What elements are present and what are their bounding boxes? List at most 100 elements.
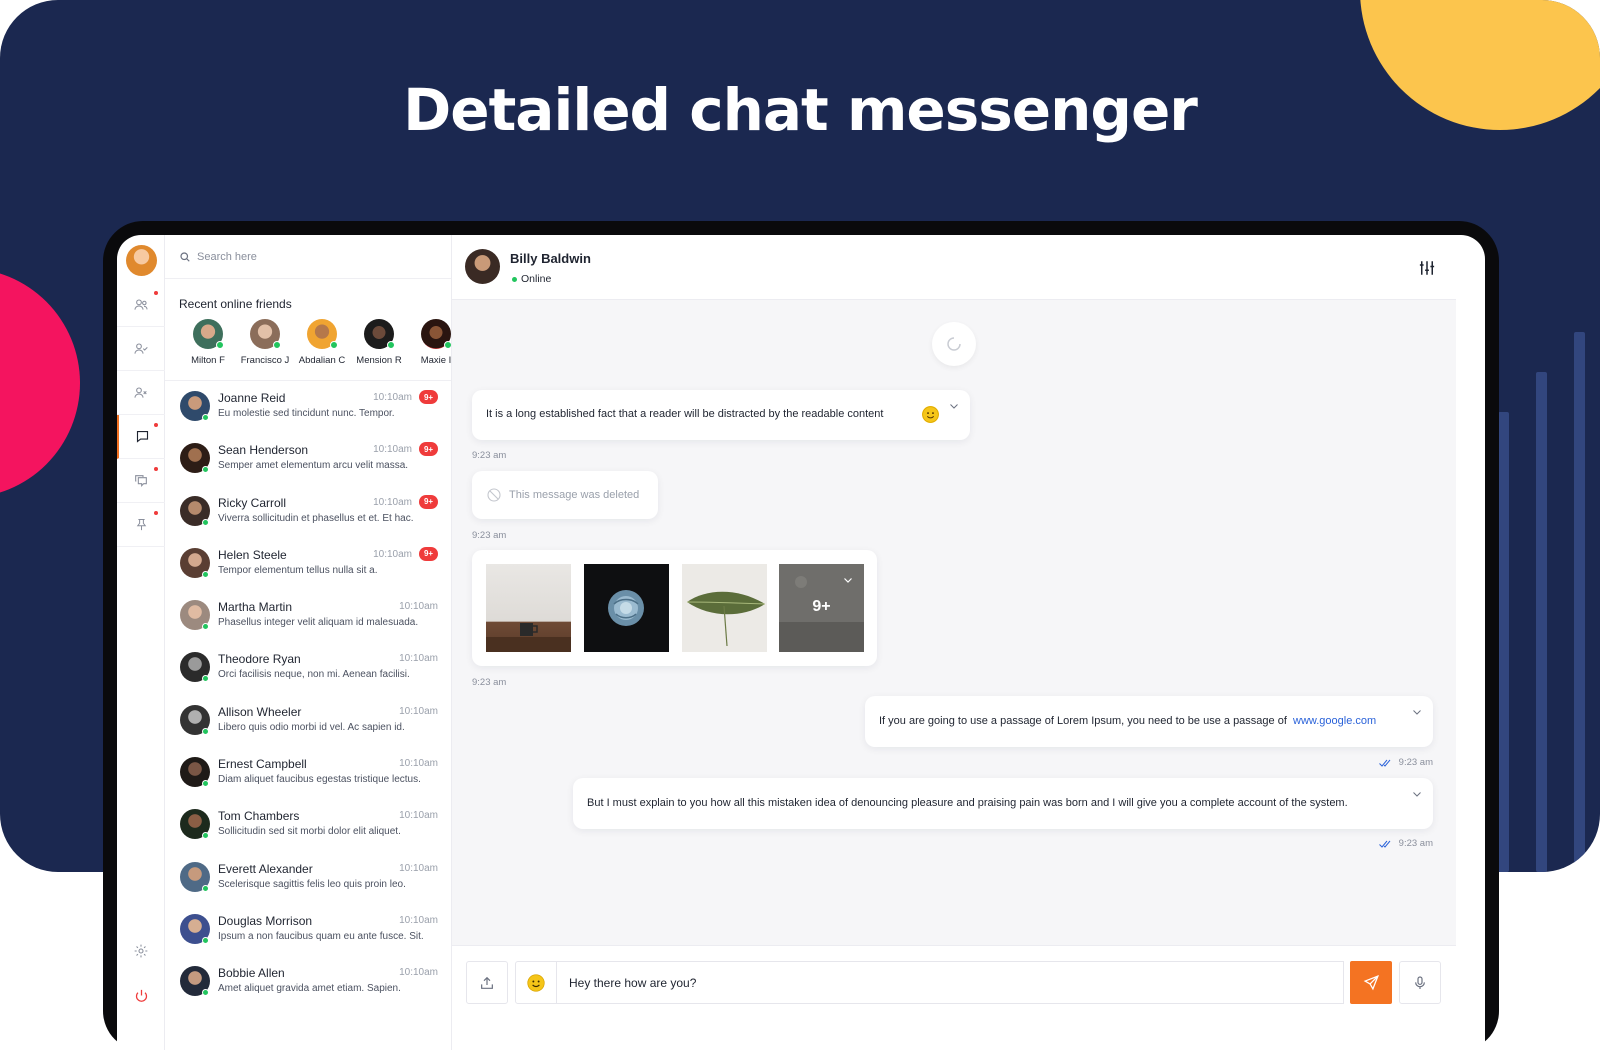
rail-group-chats[interactable] [117, 459, 165, 503]
chat-contact-avatar[interactable] [465, 249, 500, 284]
notification-dot [154, 511, 158, 515]
online-dot [202, 414, 209, 421]
rail-settings[interactable] [117, 931, 165, 971]
conversation-item[interactable]: Theodore Ryan 10:10am Orci facilisis neq… [165, 643, 451, 695]
chevron-down-icon[interactable] [1411, 706, 1423, 718]
message-read-status: 9:23 am [1378, 838, 1433, 849]
online-dot [202, 884, 209, 892]
users-icon [134, 298, 148, 310]
send-button[interactable] [1350, 961, 1392, 1004]
unread-badge: 9+ [419, 390, 438, 404]
loading-spinner [932, 322, 976, 366]
emoji-button[interactable] [515, 961, 557, 1004]
conversation-item[interactable]: Tom Chambers 10:10am Sollicitudin sed si… [165, 800, 451, 852]
online-friend[interactable]: Milton F [179, 319, 237, 366]
chevron-down-icon[interactable] [842, 574, 854, 586]
chevron-down-icon[interactable] [948, 400, 960, 412]
online-friend[interactable]: Francisco J [236, 319, 294, 366]
online-dot [202, 623, 209, 631]
smiley-icon [527, 973, 545, 992]
online-friend[interactable]: Maxie I [407, 319, 451, 366]
online-dot [202, 989, 209, 997]
pin-icon [136, 519, 146, 531]
outgoing-message[interactable]: If you are going to use a passage of Lor… [865, 696, 1433, 747]
conversation-item[interactable]: Everett Alexander 10:10am Scelerisque sa… [165, 853, 451, 905]
chevron-down-icon[interactable] [1411, 788, 1423, 800]
image-gallery-more[interactable]: 9+ [779, 564, 864, 652]
user-x-icon [134, 386, 147, 398]
online-dot [216, 341, 224, 349]
online-dot [202, 466, 209, 474]
attach-button[interactable] [466, 961, 508, 1004]
online-dot [330, 341, 338, 349]
chat-contact-name: Billy Baldwin [510, 251, 591, 266]
unread-badge: 9+ [419, 442, 438, 457]
conversation-item[interactable]: Douglas Morrison 10:10am Ipsum a non fau… [165, 905, 451, 957]
unread-badge: 9+ [419, 494, 438, 509]
online-friend[interactable]: Abdalian C [293, 319, 351, 366]
incoming-message[interactable]: It is a long established fact that a rea… [472, 390, 970, 440]
online-dot [202, 936, 209, 944]
message-composer [452, 945, 1456, 1050]
chat-settings-button[interactable] [1416, 257, 1438, 279]
online-dot [273, 341, 281, 349]
promo-title: Detailed chat messenger [403, 76, 1198, 144]
rail-pinned[interactable] [117, 503, 165, 547]
user-check-icon [134, 342, 148, 354]
conversation-item[interactable]: Allison Wheeler 10:10am Libero quis odio… [165, 696, 451, 748]
divider [165, 380, 451, 381]
online-dot [202, 727, 209, 735]
conversation-item[interactable]: Ricky Carroll 10:10am 9+ Viverra sollici… [165, 487, 451, 539]
online-dot [444, 341, 451, 349]
unread-badge: 9+ [419, 546, 438, 561]
send-icon [1363, 975, 1379, 991]
conversation-item[interactable]: Sean Henderson 10:10am 9+ Semper amet el… [165, 434, 451, 486]
online-friend[interactable]: Mension R [350, 319, 408, 366]
conversation-item[interactable]: Martha Martin 10:10am Phasellus integer … [165, 591, 451, 643]
image-thumbnail[interactable] [486, 564, 571, 652]
icon-rail [117, 235, 165, 1050]
chat-header: Billy Baldwin Online [452, 235, 1456, 300]
notification-dot [154, 291, 158, 295]
rail-contacts[interactable] [117, 283, 165, 327]
outgoing-message[interactable]: But I must explain to you how all this m… [573, 778, 1433, 829]
conversation-item[interactable]: Ernest Campbell 10:10am Diam aliquet fau… [165, 748, 451, 800]
online-dot [202, 570, 209, 578]
message-input[interactable] [557, 961, 1344, 1004]
message-link[interactable]: www.google.com [1293, 715, 1376, 727]
conversation-item[interactable]: Bobbie Allen 10:10am Amet aliquet gravid… [165, 957, 451, 1009]
image-thumbnail[interactable] [682, 564, 767, 652]
rail-chats[interactable] [117, 415, 165, 459]
online-dot [512, 276, 517, 282]
online-dot [387, 341, 395, 349]
sliders-icon [1419, 261, 1435, 275]
friend-avatar [364, 319, 395, 349]
double-check-icon [1378, 759, 1391, 767]
search-bar [165, 235, 451, 279]
rail-blocked[interactable] [117, 371, 165, 415]
image-thumbnail[interactable] [584, 564, 669, 652]
deleted-message[interactable]: This message was deleted [472, 471, 658, 519]
chat-area: Billy Baldwin Online It is a long establ… [452, 235, 1456, 1050]
message-read-status: 9:23 am [1378, 757, 1433, 768]
conversation-item[interactable]: Helen Steele 10:10am 9+ Tempor elementum… [165, 539, 451, 591]
chat-icon [136, 430, 148, 443]
profile-avatar[interactable] [126, 245, 157, 276]
settings-icon [134, 944, 148, 958]
friend-avatar [193, 319, 224, 349]
voice-button[interactable] [1399, 961, 1441, 1004]
tablet-frame: Recent online friends Milton F Francisco… [103, 221, 1499, 1050]
conversation-item[interactable]: Joanne Reid 10:10am 9+ Eu molestie sed t… [165, 382, 451, 434]
smiley-emoji-icon [922, 406, 939, 423]
online-dot [202, 518, 209, 526]
friend-avatar [250, 319, 281, 349]
rail-friends[interactable] [117, 327, 165, 371]
double-check-icon [1378, 840, 1391, 848]
notification-dot [154, 467, 158, 471]
rail-logout[interactable] [117, 975, 165, 1015]
pink-decor-shape [0, 268, 80, 498]
upload-icon [481, 976, 493, 989]
chat-contact-status: Online [512, 273, 551, 285]
search-input[interactable] [197, 250, 417, 263]
message-time: 9:23 am [472, 530, 507, 541]
